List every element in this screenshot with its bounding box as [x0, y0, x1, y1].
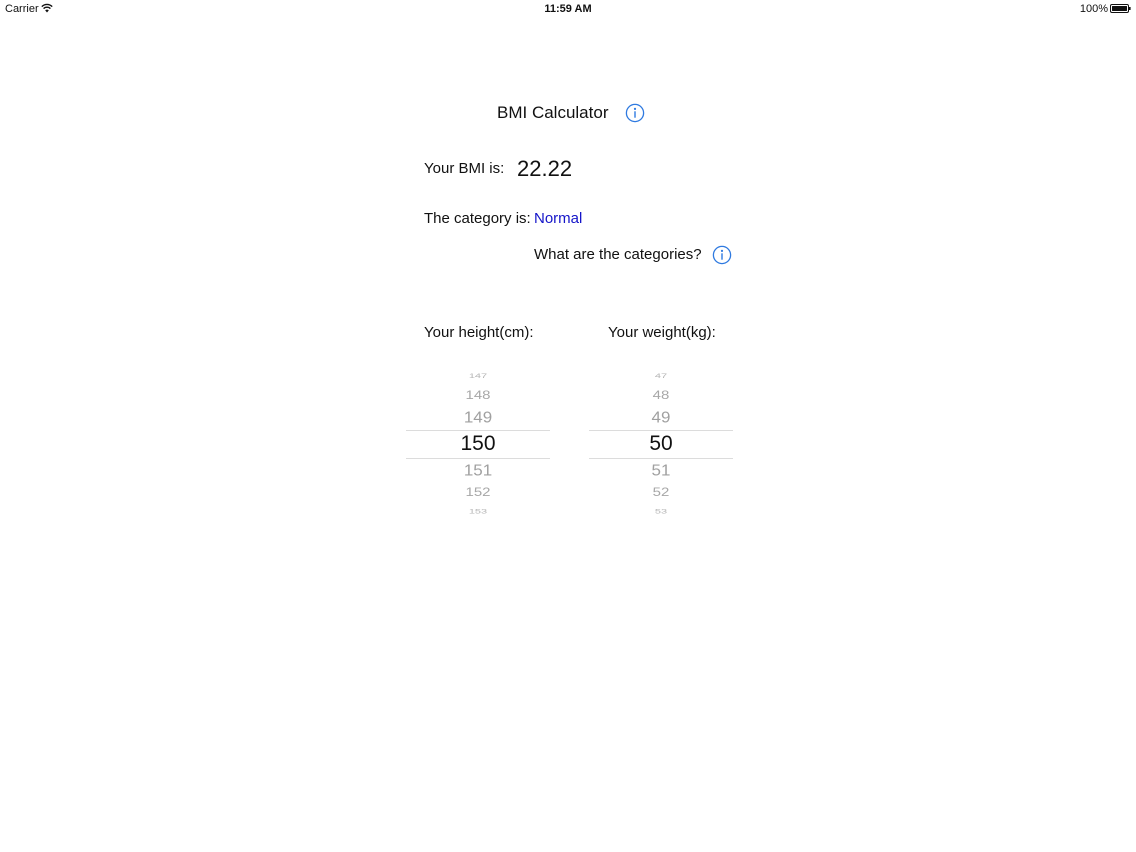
height-picker[interactable]: 147 148 149 150 151 152 153	[406, 372, 550, 516]
about-info-button[interactable]	[625, 103, 645, 123]
battery-percentage: 100%	[1079, 3, 1108, 15]
picker-selection-line	[589, 458, 733, 459]
info-circle-icon	[712, 245, 732, 265]
categories-question: What are the categories?	[534, 246, 702, 263]
height-label: Your height(cm):	[424, 324, 534, 341]
category-label: The category is:	[424, 210, 531, 227]
status-time: 11:59 AM	[544, 3, 592, 15]
picker-row[interactable]: 52	[589, 486, 733, 500]
picker-row[interactable]: 48	[589, 389, 733, 403]
picker-row[interactable]: 49	[589, 409, 733, 427]
picker-row[interactable]: 152	[406, 486, 550, 500]
bmi-value: 22.22	[517, 156, 573, 181]
picker-selection-line	[406, 458, 550, 459]
weight-picker[interactable]: 47 48 49 50 51 52 53	[589, 372, 733, 516]
category-value: Normal	[534, 210, 583, 227]
picker-row[interactable]: 147	[406, 373, 550, 380]
picker-selection-line	[589, 430, 733, 431]
picker-row[interactable]: 53	[589, 508, 733, 515]
bmi-label: Your BMI is:	[424, 160, 505, 177]
weight-label: Your weight(kg):	[608, 324, 716, 341]
picker-row[interactable]: 153	[406, 508, 550, 515]
page-title: BMI Calculator	[497, 103, 609, 122]
picker-selection-line	[406, 430, 550, 431]
picker-row[interactable]: 148	[406, 389, 550, 403]
info-circle-icon	[625, 103, 645, 123]
picker-row-selected[interactable]: 150	[406, 432, 550, 456]
picker-row[interactable]: 149	[406, 409, 550, 427]
picker-row[interactable]: 151	[406, 462, 550, 480]
picker-row-selected[interactable]: 50	[589, 432, 733, 456]
battery-icon	[1110, 4, 1131, 13]
status-bar: Carrier 11:59 AM 100%	[0, 0, 1136, 18]
picker-row[interactable]: 47	[589, 373, 733, 380]
categories-info-button[interactable]	[712, 245, 732, 265]
picker-row[interactable]: 51	[589, 462, 733, 480]
